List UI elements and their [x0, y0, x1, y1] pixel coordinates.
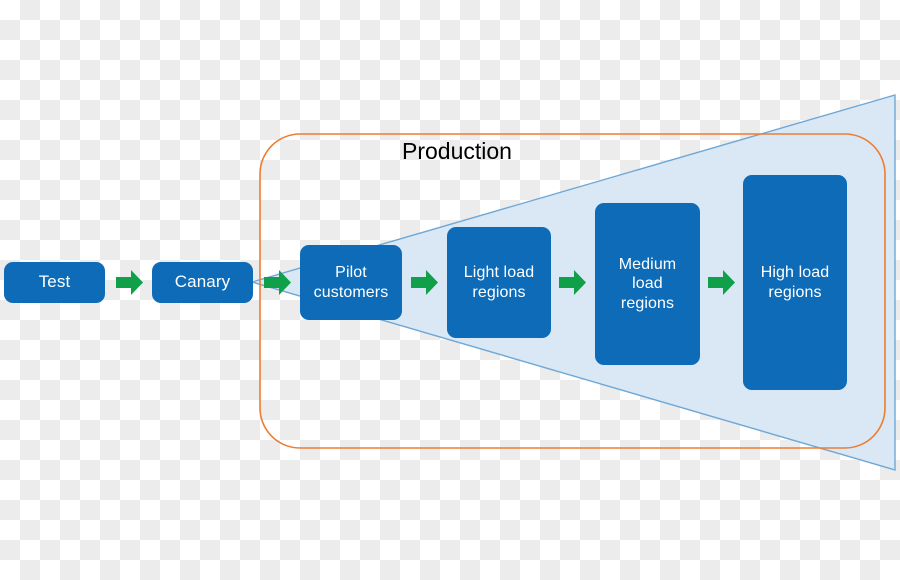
stage-label-light-load-regions: Light load regions [463, 263, 535, 301]
production-group-title: Production [402, 138, 512, 164]
arrow-right-icon-canary-to-pilot [264, 270, 291, 295]
arrow-right-icon-test-to-canary [116, 270, 143, 295]
stage-node-high-load-regions[interactable]: High load regions [743, 175, 847, 390]
arrow-right-icon-light-to-medium [559, 270, 586, 295]
stage-node-canary[interactable]: Canary [152, 262, 253, 303]
stage-label-medium-load-regions: Medium load regions [618, 255, 677, 312]
diagram-canvas: Production Test Canary Pilot customers L… [0, 0, 900, 580]
stage-label-high-load-regions: High load regions [760, 263, 830, 301]
arrow-right-icon-medium-to-high [708, 270, 735, 295]
stage-node-pilot-customers[interactable]: Pilot customers [300, 245, 402, 320]
stage-node-medium-load-regions[interactable]: Medium load regions [595, 203, 700, 365]
stage-label-canary: Canary [174, 272, 231, 292]
stage-label-pilot-customers: Pilot customers [313, 263, 389, 301]
stage-node-test[interactable]: Test [4, 262, 105, 303]
arrow-right-icon-pilot-to-light [411, 270, 438, 295]
stage-label-test: Test [38, 272, 71, 292]
stage-node-light-load-regions[interactable]: Light load regions [447, 227, 551, 338]
